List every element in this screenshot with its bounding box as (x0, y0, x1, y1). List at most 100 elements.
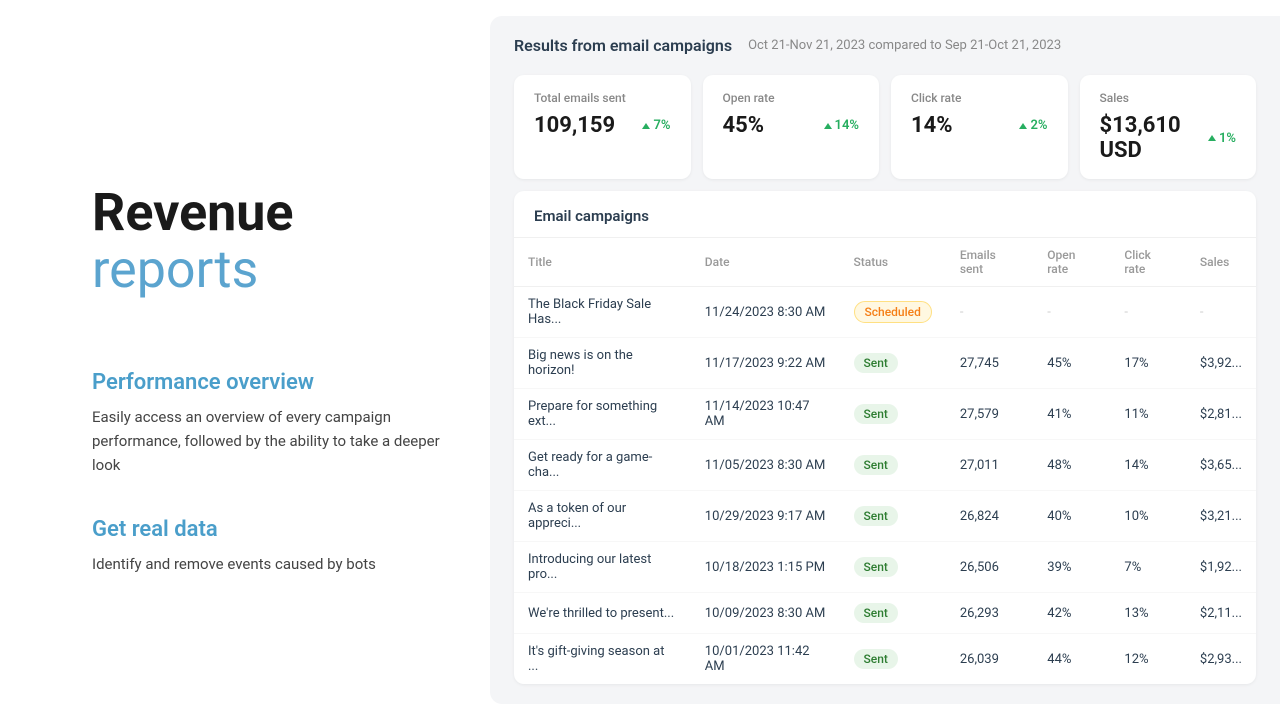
results-date: Oct 21-Nov 21, 2023 compared to Sep 21-O… (748, 38, 1061, 53)
stat-label-1: Open rate (723, 91, 860, 105)
table-row[interactable]: Get ready for a game-cha...11/05/2023 8:… (514, 440, 1256, 491)
campaign-title-0: The Black Friday Sale Has... (514, 287, 691, 338)
status-badge-7: Sent (854, 649, 898, 669)
campaign-status-4: Sent (840, 491, 946, 542)
status-badge-5: Sent (854, 557, 898, 577)
campaign-emails-sent-2: 27,579 (946, 389, 1033, 440)
status-badge-4: Sent (854, 506, 898, 526)
table-row[interactable]: Prepare for something ext...11/14/2023 1… (514, 389, 1256, 440)
campaign-emails-sent-3: 27,011 (946, 440, 1033, 491)
status-badge-2: Sent (854, 404, 898, 424)
campaign-status-0: Scheduled (840, 287, 946, 338)
stat-card-1: Open rate 45% 14% (703, 75, 880, 179)
status-badge-1: Sent (854, 353, 898, 373)
arrow-up-icon-3 (1208, 135, 1216, 141)
stat-change-2: 2% (1019, 118, 1047, 133)
campaign-sales-5: $1,92... (1186, 542, 1256, 593)
table-row[interactable]: The Black Friday Sale Has...11/24/2023 8… (514, 287, 1256, 338)
campaign-click-rate-4: 10% (1110, 491, 1185, 542)
stat-label-3: Sales (1100, 91, 1237, 105)
campaign-title-5: Introducing our latest pro... (514, 542, 691, 593)
stat-label-0: Total emails sent (534, 91, 671, 105)
stats-row: Total emails sent 109,159 7% Open rate 4… (490, 75, 1280, 179)
col-header-sales: Sales (1186, 238, 1256, 287)
campaign-sales-7: $2,93... (1186, 634, 1256, 685)
campaign-date-6: 10/09/2023 8:30 AM (691, 593, 840, 634)
campaign-sales-6: $2,11... (1186, 593, 1256, 634)
arrow-up-icon-2 (1019, 123, 1027, 129)
hero-title: Revenue reports (92, 184, 450, 298)
campaign-open-rate-7: 44% (1033, 634, 1110, 685)
campaign-click-rate-6: 13% (1110, 593, 1185, 634)
stat-change-0: 7% (642, 118, 670, 133)
right-panel: Results from email campaigns Oct 21-Nov … (490, 16, 1280, 704)
section-real-data-title: Get real data (92, 517, 450, 542)
campaign-click-rate-3: 14% (1110, 440, 1185, 491)
results-header: Results from email campaigns Oct 21-Nov … (490, 36, 1280, 63)
status-badge-3: Sent (854, 455, 898, 475)
table-row[interactable]: It's gift-giving season at ...10/01/2023… (514, 634, 1256, 685)
campaign-status-5: Sent (840, 542, 946, 593)
campaign-click-rate-1: 17% (1110, 338, 1185, 389)
stat-value-1: 45% (723, 113, 765, 138)
col-header-date: Date (691, 238, 840, 287)
campaign-status-3: Sent (840, 440, 946, 491)
col-header-click-rate: Click rate (1110, 238, 1185, 287)
campaign-open-rate-1: 45% (1033, 338, 1110, 389)
stat-value-2: 14% (911, 113, 953, 138)
table-row[interactable]: We're thrilled to present...10/09/2023 8… (514, 593, 1256, 634)
campaign-title-7: It's gift-giving season at ... (514, 634, 691, 685)
section-performance-desc: Easily access an overview of every campa… (92, 405, 450, 477)
campaigns-title: Email campaigns (514, 191, 1256, 238)
campaign-emails-sent-1: 27,745 (946, 338, 1033, 389)
col-header-open-rate: Open rate (1033, 238, 1110, 287)
table-row[interactable]: Big news is on the horizon!11/17/2023 9:… (514, 338, 1256, 389)
campaign-title-4: As a token of our appreci... (514, 491, 691, 542)
campaign-emails-sent-0: - (946, 287, 1033, 338)
table-row[interactable]: Introducing our latest pro...10/18/2023 … (514, 542, 1256, 593)
campaign-date-7: 10/01/2023 11:42 AM (691, 634, 840, 685)
campaign-title-1: Big news is on the horizon! (514, 338, 691, 389)
left-panel: Revenue reports Performance overview Eas… (0, 0, 490, 720)
campaign-click-rate-0: - (1110, 287, 1185, 338)
stat-card-0: Total emails sent 109,159 7% (514, 75, 691, 179)
section-performance-title: Performance overview (92, 370, 450, 395)
campaign-sales-1: $3,92... (1186, 338, 1256, 389)
status-badge-0: Scheduled (854, 301, 932, 323)
section-real-data-desc: Identify and remove events caused by bot… (92, 552, 450, 576)
campaign-title-6: We're thrilled to present... (514, 593, 691, 634)
campaigns-table-container: TitleDateStatusEmails sentOpen rateClick… (514, 238, 1256, 684)
campaigns-section: Email campaigns TitleDateStatusEmails se… (514, 191, 1256, 684)
campaign-click-rate-5: 7% (1110, 542, 1185, 593)
arrow-up-icon-1 (824, 123, 832, 129)
campaign-status-6: Sent (840, 593, 946, 634)
campaign-click-rate-7: 12% (1110, 634, 1185, 685)
campaign-emails-sent-4: 26,824 (946, 491, 1033, 542)
stat-value-3: $13,610 USD (1100, 113, 1208, 163)
campaign-sales-4: $3,21... (1186, 491, 1256, 542)
campaign-title-3: Get ready for a game-cha... (514, 440, 691, 491)
campaign-date-2: 11/14/2023 10:47 AM (691, 389, 840, 440)
campaigns-table: TitleDateStatusEmails sentOpen rateClick… (514, 238, 1256, 684)
hero-title-part1: Revenue (92, 182, 294, 243)
stat-change-1: 14% (824, 118, 859, 133)
section-performance: Performance overview Easily access an ov… (92, 370, 450, 477)
campaign-sales-0: - (1186, 287, 1256, 338)
campaign-click-rate-2: 11% (1110, 389, 1185, 440)
campaign-open-rate-4: 40% (1033, 491, 1110, 542)
stat-label-2: Click rate (911, 91, 1048, 105)
col-header-emails-sent: Emails sent (946, 238, 1033, 287)
table-row[interactable]: As a token of our appreci...10/29/2023 9… (514, 491, 1256, 542)
campaign-sales-3: $3,65... (1186, 440, 1256, 491)
campaign-open-rate-5: 39% (1033, 542, 1110, 593)
col-header-title: Title (514, 238, 691, 287)
campaign-status-1: Sent (840, 338, 946, 389)
campaign-date-1: 11/17/2023 9:22 AM (691, 338, 840, 389)
status-badge-6: Sent (854, 603, 898, 623)
stat-card-2: Click rate 14% 2% (891, 75, 1068, 179)
section-real-data: Get real data Identify and remove events… (92, 517, 450, 576)
campaign-emails-sent-5: 26,506 (946, 542, 1033, 593)
campaign-status-7: Sent (840, 634, 946, 685)
campaign-sales-2: $2,81... (1186, 389, 1256, 440)
campaign-date-5: 10/18/2023 1:15 PM (691, 542, 840, 593)
